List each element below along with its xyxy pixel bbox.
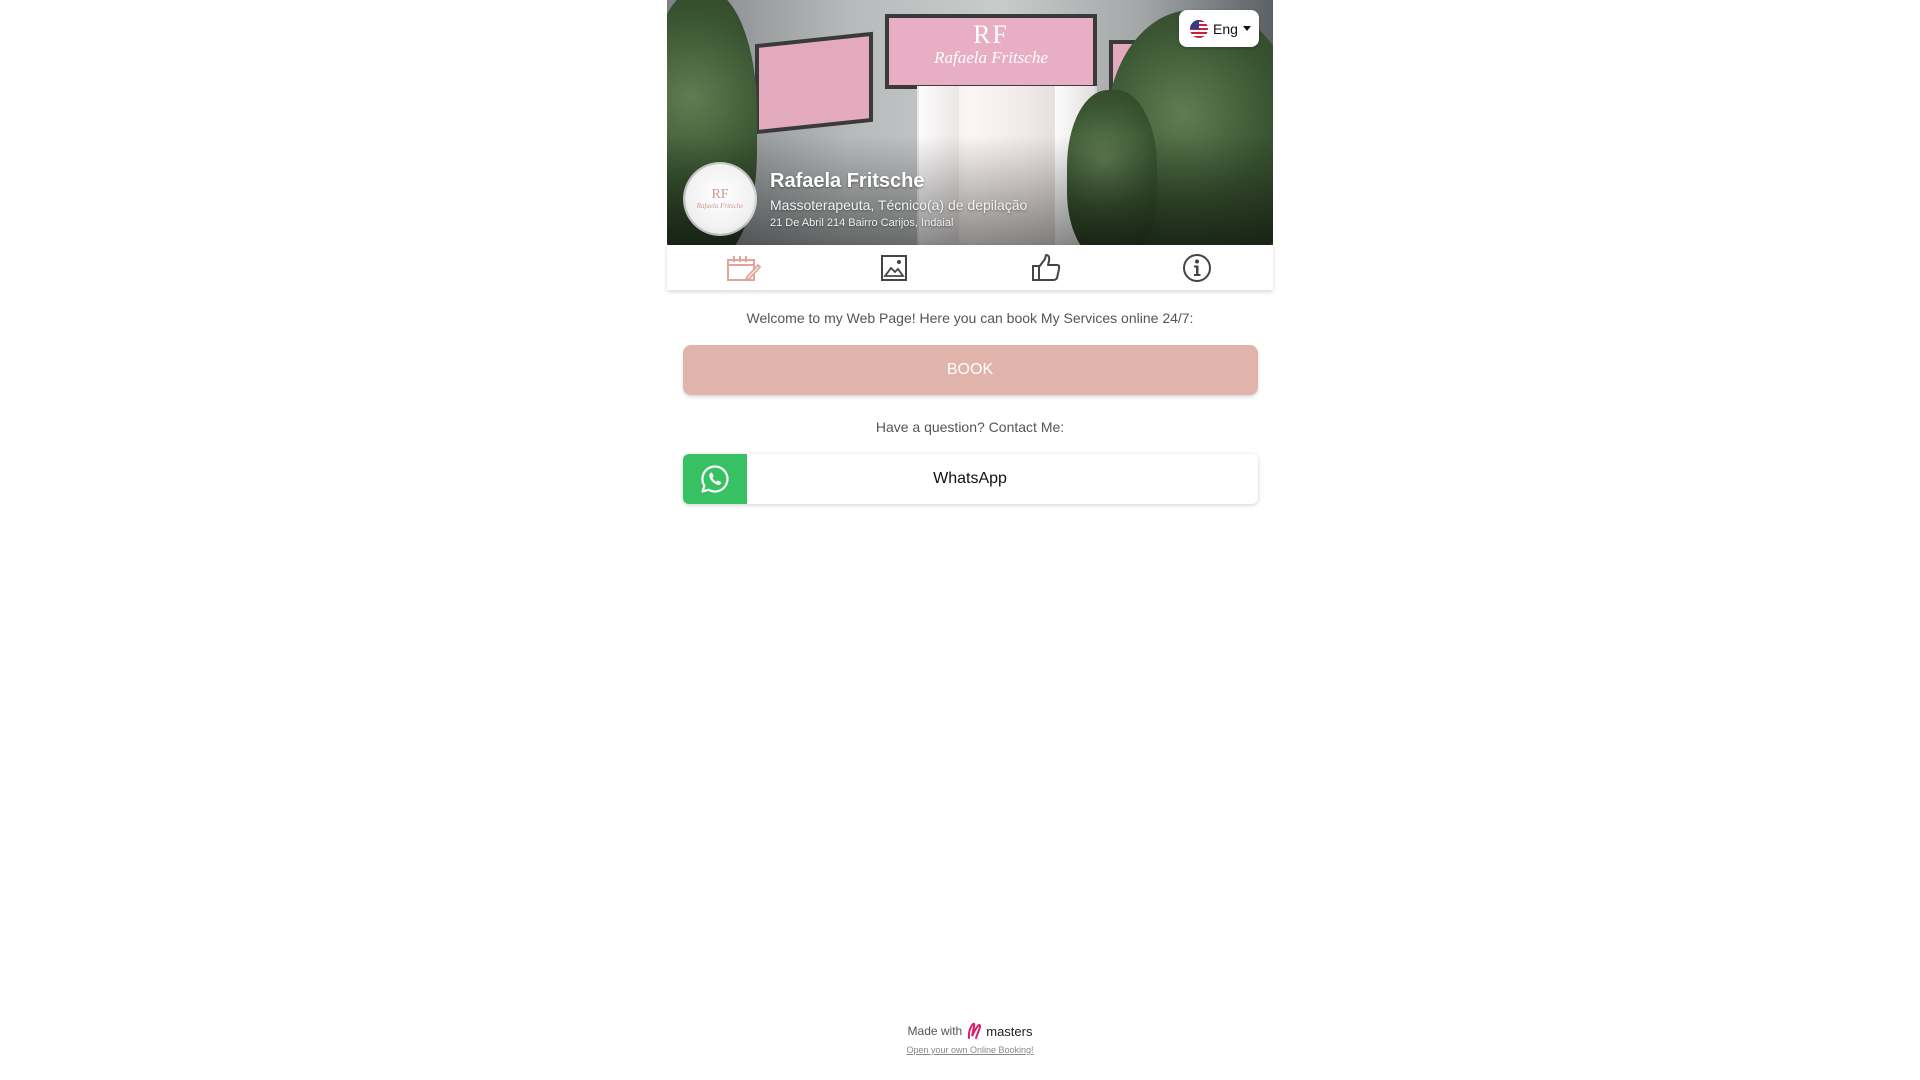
image-icon [881,254,908,281]
profile-subtitle: Massoterapeuta, Técnico(a) de depilação [770,197,1028,213]
profile-address: 21 De Abril 214 Bairro Carijos, Indaial [770,217,954,229]
book-button[interactable]: BOOK [682,345,1258,395]
booking-page: RF Rafaela Fritsche Eng RF Rafaela Frits… [667,0,1273,504]
language-selector[interactable]: Eng [1179,10,1259,47]
whatsapp-icon-box [682,454,747,504]
info-icon [1183,253,1212,282]
tab-booking[interactable] [667,245,819,290]
language-label: Eng [1213,20,1238,37]
tab-gallery[interactable] [819,245,971,290]
contact-prompt: Have a question? Contact Me: [875,419,1065,435]
footer: Made with masters Open your own Online B… [667,1022,1273,1058]
made-with-text: Made with [907,1024,963,1038]
cover-shade [667,135,1273,245]
whatsapp-button[interactable]: WhatsApp [682,454,1258,504]
cover-sign-monogram: RF [973,20,1009,49]
cover-photo: RF Rafaela Fritsche Eng RF Rafaela Frits… [667,0,1273,245]
made-with-line: Made with masters [667,1022,1273,1040]
avatar-monogram: RF [711,187,729,202]
chevron-down-icon [1242,26,1251,31]
tab-bar [667,245,1273,290]
us-flag-icon [1190,19,1208,38]
masters-logo-icon [968,1022,982,1039]
cover-sign-name: Rafaela Fritsche [934,48,1048,67]
whatsapp-icon [700,465,729,493]
thumbs-up-icon [1031,253,1060,281]
calendar-edit-icon [726,255,761,281]
avatar[interactable]: RF Rafaela Fritsche [685,164,755,234]
welcome-text: Welcome to my Web Page! Here you can boo… [746,310,1194,326]
tab-info[interactable] [1122,245,1274,290]
profile-name: Rafaela Fritsche [770,170,925,192]
cover-sign-left [755,31,873,135]
open-booking-link[interactable]: Open your own Online Booking! [906,1045,1033,1055]
masters-brand: masters [986,1023,1033,1039]
avatar-name: Rafaela Fritsche [696,202,744,210]
whatsapp-label: WhatsApp [933,470,1007,487]
tab-reviews[interactable] [970,245,1122,290]
